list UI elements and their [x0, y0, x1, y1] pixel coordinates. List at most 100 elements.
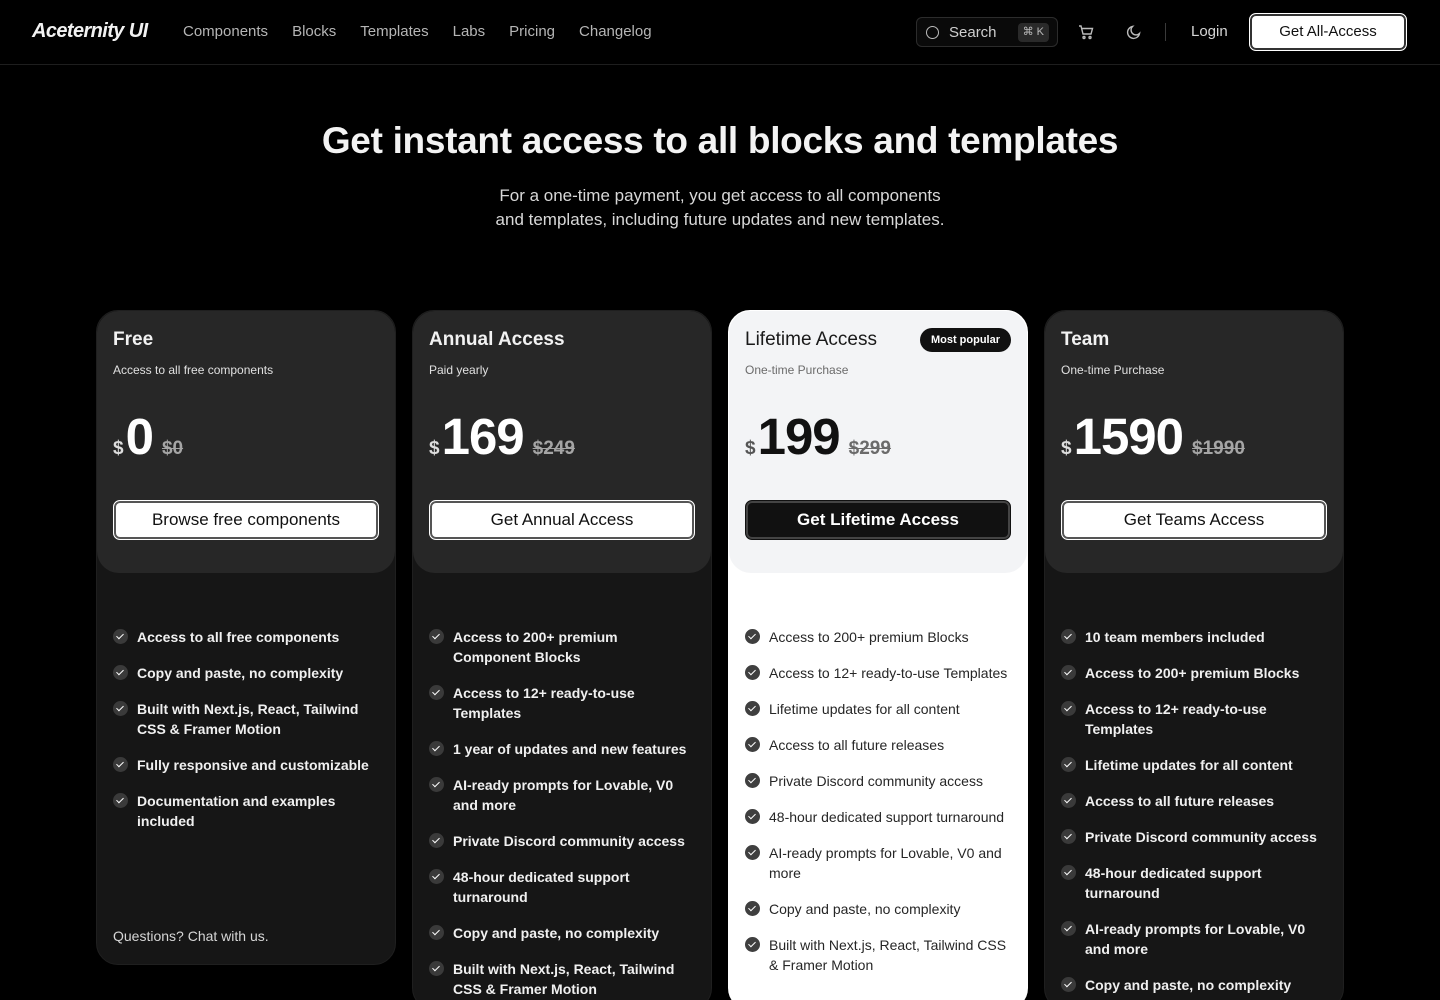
feature-item: AI-ready prompts for Lovable, V0 and mor… [429, 775, 695, 815]
old-price: $0 [161, 438, 184, 459]
get-lifetime-access-button[interactable]: Get Lifetime Access [745, 500, 1011, 540]
check-icon [113, 629, 128, 644]
check-icon [1061, 793, 1076, 808]
price: 0 [125, 408, 154, 465]
feature-item: Built with Next.js, React, Tailwind CSS … [745, 935, 1011, 975]
check-icon [113, 757, 128, 772]
browse-free-components-button[interactable]: Browse free components [113, 500, 379, 540]
currency-symbol: $ [113, 438, 124, 459]
check-icon [1061, 829, 1076, 844]
check-icon [429, 741, 444, 756]
feature-text: Private Discord community access [769, 773, 983, 789]
feature-text: AI-ready prompts for Lovable, V0 and mor… [769, 845, 1002, 881]
check-icon [745, 737, 760, 752]
feature-item: Access to 12+ ready-to-use Templates [429, 683, 695, 723]
subtitle-line-1: For a one-time payment, you get access t… [499, 186, 941, 205]
currency-symbol: $ [429, 438, 440, 459]
plan-description: Access to all free components [113, 363, 274, 377]
nav-link-changelog[interactable]: Changelog [579, 23, 652, 40]
price-row: $ 0 $0 [113, 407, 183, 466]
feature-text: AI-ready prompts for Lovable, V0 and mor… [1085, 921, 1306, 957]
old-price: $1990 [1192, 438, 1245, 459]
nav-link-templates[interactable]: Templates [360, 23, 428, 40]
feature-text: 48-hour dedicated support turnaround [453, 869, 630, 905]
check-icon [745, 773, 760, 788]
price: 1590 [1073, 408, 1184, 465]
old-price: $299 [848, 438, 891, 459]
get-teams-access-button[interactable]: Get Teams Access [1061, 500, 1327, 540]
feature-item: Access to all future releases [1061, 791, 1327, 811]
search-label: Search [949, 23, 997, 41]
feature-item: Lifetime updates for all content [745, 699, 1011, 719]
feature-text: 48-hour dedicated support turnaround [1085, 865, 1262, 901]
check-icon [1061, 757, 1076, 772]
feature-item: Access to 12+ ready-to-use Templates [745, 663, 1011, 683]
feature-text: Lifetime updates for all content [1085, 757, 1293, 773]
page-subtitle: For a one-time payment, you get access t… [470, 184, 970, 232]
nav-link-components[interactable]: Components [183, 23, 268, 40]
feature-text: Access to 200+ premium Blocks [769, 629, 969, 645]
feature-item: Access to 12+ ready-to-use Templates [1061, 699, 1327, 739]
feature-text: Access to all future releases [769, 737, 945, 753]
feature-item: Access to 200+ premium Blocks [1061, 663, 1327, 683]
check-icon [113, 793, 128, 808]
feature-item: AI-ready prompts for Lovable, V0 and mor… [745, 843, 1011, 883]
check-icon [429, 925, 444, 940]
feature-item: Copy and paste, no complexity [429, 923, 695, 943]
plan-description: Paid yearly [429, 363, 489, 377]
plan-name: Free [113, 329, 154, 350]
nav-link-blocks[interactable]: Blocks [292, 23, 336, 40]
search-button[interactable]: Search ⌘ K [916, 17, 1058, 47]
currency-symbol: $ [1061, 438, 1072, 459]
feature-text: Access to all future releases [1085, 793, 1275, 809]
login-link[interactable]: Login [1191, 23, 1228, 40]
moon-icon[interactable] [1126, 24, 1142, 40]
cart-icon[interactable] [1078, 24, 1094, 40]
feature-item: Access to 200+ premium Component Blocks [429, 627, 695, 667]
chat-link[interactable]: Questions? Chat with us. [113, 928, 269, 944]
check-icon [745, 937, 760, 952]
get-all-access-button[interactable]: Get All-Access [1249, 13, 1407, 51]
feature-text: Access to 12+ ready-to-use Templates [453, 685, 635, 721]
pricing-card-team: Team One-time Purchase $ 1590 $1990 Get … [1044, 310, 1344, 1000]
feature-item: Private Discord community access [745, 771, 1011, 791]
feature-text: Built with Next.js, React, Tailwind CSS … [453, 961, 675, 997]
feature-item: 48-hour dedicated support turnaround [429, 867, 695, 907]
feature-list: Access to 200+ premium Blocks Access to … [729, 573, 1027, 975]
feature-item: Built with Next.js, React, Tailwind CSS … [429, 959, 695, 999]
check-icon [745, 701, 760, 716]
feature-text: 10 team members included [1085, 629, 1265, 645]
nav-link-labs[interactable]: Labs [453, 23, 486, 40]
feature-text: 1 year of updates and new features [453, 741, 687, 757]
feature-item: Copy and paste, no complexity [745, 899, 1011, 919]
logo[interactable]: Aceternity UI [32, 20, 148, 43]
feature-item: Access to 200+ premium Blocks [745, 627, 1011, 647]
most-popular-badge: Most popular [919, 328, 1011, 352]
feature-text: Fully responsive and customizable [137, 757, 369, 773]
check-icon [429, 833, 444, 848]
price: 169 [441, 408, 525, 465]
feature-text: Private Discord community access [1085, 829, 1317, 845]
feature-item: Fully responsive and customizable [113, 755, 379, 775]
card-header: Lifetime Access Most popular One-time Pu… [729, 311, 1027, 573]
nav-divider [1165, 23, 1166, 41]
get-annual-access-button[interactable]: Get Annual Access [429, 500, 695, 540]
check-icon [1061, 629, 1076, 644]
nav-link-pricing[interactable]: Pricing [509, 23, 555, 40]
feature-list: Access to all free components Copy and p… [97, 573, 395, 831]
plan-description: One-time Purchase [1061, 363, 1165, 377]
check-icon [429, 685, 444, 700]
check-icon [745, 809, 760, 824]
currency-symbol: $ [745, 438, 756, 459]
search-icon [926, 25, 939, 39]
feature-item: Copy and paste, no complexity [1061, 975, 1327, 995]
feature-text: Copy and paste, no complexity [769, 901, 961, 917]
check-icon [429, 961, 444, 976]
check-icon [429, 629, 444, 644]
price: 199 [757, 408, 841, 465]
plan-description: One-time Purchase [745, 363, 849, 377]
feature-text: Copy and paste, no complexity [137, 665, 344, 681]
check-icon [1061, 701, 1076, 716]
card-header: Annual Access Paid yearly $ 169 $249 Get… [413, 311, 711, 573]
nav-links: Components Blocks Templates Labs Pricing… [183, 23, 676, 40]
